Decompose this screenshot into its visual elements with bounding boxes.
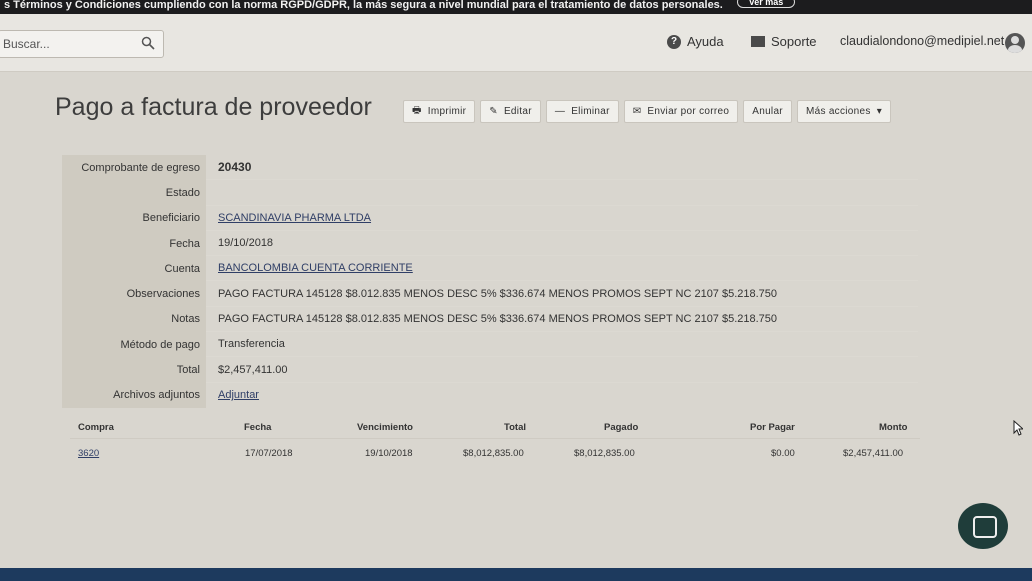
purchase-link[interactable]: 3620 <box>78 448 99 459</box>
email-button[interactable]: ✉ Enviar por correo <box>623 100 739 123</box>
printer-icon: 🖶 <box>412 105 422 116</box>
table-header: Compra Fecha Vencimiento Total Pagado Po… <box>70 416 920 438</box>
edit-label: Editar <box>503 106 532 117</box>
envelope-icon <box>751 36 765 47</box>
os-taskbar <box>0 568 1032 581</box>
user-email: claudialondono@medipiel.net <box>840 34 1005 48</box>
table-cell: $8,012,835.00 <box>574 448 635 459</box>
field-value: Transferencia <box>206 332 918 358</box>
banner-text: s Términos y Condiciones cumpliendo con … <box>4 0 723 11</box>
top-header: ? Ayuda Soporte claudialondono@medipiel.… <box>0 14 1032 72</box>
field-label: Método de pago <box>62 332 206 358</box>
field-value: $2,457,411.00 <box>206 357 918 383</box>
delete-label: Eliminar <box>571 106 610 117</box>
field-label: Total <box>62 357 206 383</box>
minus-icon: — <box>554 106 566 117</box>
invoices-table: Compra Fecha Vencimiento Total Pagado Po… <box>70 416 920 466</box>
pencil-icon: ✎ <box>489 106 498 117</box>
print-button[interactable]: 🖶 Imprimir <box>403 100 476 123</box>
field-value: 19/10/2018 <box>206 231 918 257</box>
field-date: Fecha 19/10/2018 <box>62 230 918 257</box>
column-header: Monto <box>879 422 908 433</box>
banner-more-button[interactable]: Ver más <box>737 0 795 8</box>
search-icon[interactable] <box>141 36 155 50</box>
beneficiary-link[interactable]: SCANDINAVIA PHARMA LTDA <box>218 212 371 224</box>
column-header: Fecha <box>244 422 272 433</box>
column-header: Vencimiento <box>357 422 413 433</box>
field-status: Estado <box>62 180 918 206</box>
attach-link[interactable]: Adjuntar <box>218 389 259 401</box>
field-label: Observaciones <box>62 281 206 307</box>
avatar-icon[interactable] <box>1005 33 1025 53</box>
user-menu[interactable]: claudialondono@medipiel.net <box>840 34 1004 48</box>
help-link[interactable]: ? Ayuda <box>667 34 724 49</box>
payment-details: Comprobante de egreso 20430 Estado Benef… <box>62 155 918 408</box>
field-voucher: Comprobante de egreso 20430 <box>62 155 918 181</box>
field-label: Comprobante de egreso <box>62 155 206 181</box>
caret-down-icon: ▾ <box>876 106 883 117</box>
void-label: Anular <box>752 106 783 117</box>
more-actions-button[interactable]: Más acciones ▾ <box>796 100 892 123</box>
support-label: Soporte <box>771 34 817 49</box>
table-cell: 17/07/2018 <box>245 448 293 459</box>
field-value <box>206 180 918 206</box>
chat-icon[interactable] <box>958 503 1008 549</box>
field-label: Fecha <box>62 230 206 257</box>
field-value: PAGO FACTURA 145128 $8.012.835 MENOS DES… <box>206 281 918 307</box>
more-label: Más acciones <box>805 106 871 117</box>
table-cell: $2,457,411.00 <box>843 448 904 459</box>
search-input[interactable] <box>0 31 129 57</box>
table-cell: $8,012,835.00 <box>463 448 524 459</box>
help-label: Ayuda <box>687 34 724 49</box>
field-label: Notas <box>62 306 206 333</box>
support-link[interactable]: Soporte <box>751 34 817 49</box>
field-label: Cuenta <box>62 256 206 282</box>
field-payment-method: Método de pago Transferencia <box>62 332 918 358</box>
field-total: Total $2,457,411.00 <box>62 357 918 383</box>
search-box <box>0 30 164 58</box>
field-label: Archivos adjuntos <box>62 382 206 408</box>
column-header: Total <box>504 422 526 433</box>
field-label: Estado <box>62 180 206 206</box>
edit-button[interactable]: ✎ Editar <box>480 100 541 123</box>
table-cell: 19/10/2018 <box>365 448 413 459</box>
field-account: Cuenta BANCOLOMBIA CUENTA CORRIENTE <box>62 256 918 282</box>
print-label: Imprimir <box>427 106 467 117</box>
column-header: Por Pagar <box>750 422 795 433</box>
field-value: PAGO FACTURA 145128 $8.012.835 MENOS DES… <box>206 307 918 333</box>
page-title: Pago a factura de proveedor <box>55 93 372 121</box>
column-header: Compra <box>78 422 114 433</box>
help-icon: ? <box>667 34 681 49</box>
gdpr-banner: s Términos y Condiciones cumpliendo con … <box>0 0 1032 14</box>
field-notes: Notas PAGO FACTURA 145128 $8.012.835 MEN… <box>62 306 918 333</box>
table-row: 3620 17/07/2018 19/10/2018 $8,012,835.00… <box>70 438 920 466</box>
field-label: Beneficiario <box>62 205 206 231</box>
action-toolbar: 🖶 Imprimir ✎ Editar — Eliminar ✉ Enviar … <box>403 100 892 123</box>
email-label: Enviar por correo <box>647 106 730 117</box>
field-value: 20430 <box>206 155 918 181</box>
account-link[interactable]: BANCOLOMBIA CUENTA CORRIENTE <box>218 262 413 274</box>
envelope-icon: ✉ <box>632 106 642 117</box>
delete-button[interactable]: — Eliminar <box>545 100 619 123</box>
field-beneficiary: Beneficiario SCANDINAVIA PHARMA LTDA <box>62 205 918 231</box>
mouse-cursor-icon <box>1013 420 1023 436</box>
column-header: Pagado <box>604 422 639 433</box>
table-cell: $0.00 <box>771 448 795 459</box>
field-observations: Observaciones PAGO FACTURA 145128 $8.012… <box>62 281 918 307</box>
field-attachments: Archivos adjuntos Adjuntar <box>62 382 918 408</box>
void-button[interactable]: Anular <box>743 100 792 123</box>
